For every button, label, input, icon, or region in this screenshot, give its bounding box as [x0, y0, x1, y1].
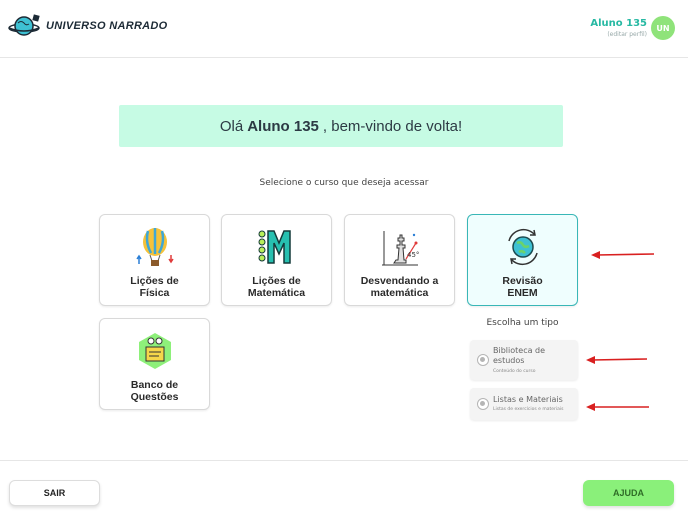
footer-bar: SAIR AJUDA [0, 460, 688, 524]
course-card-desvendando[interactable]: 45° Desvendando a matemática [344, 214, 455, 306]
course-label-line1: Desvendando a [360, 275, 439, 287]
course-prompt: Selecione o curso que deseja acessar [259, 178, 429, 188]
welcome-banner: Olá Aluno 135 , bem-vindo de volta! [119, 105, 563, 147]
course-label-line2: Matemática [247, 287, 306, 299]
help-button[interactable]: AJUDA [583, 480, 674, 506]
radio-button[interactable] [477, 354, 489, 366]
logo-text: UNIVERSO NARRADO [46, 20, 168, 32]
edit-profile-link[interactable]: (editar perfil) [590, 31, 647, 38]
course-label-line2: Questões [130, 391, 179, 403]
course-selection-page: UNIVERSO NARRADO Aluno 135 (editar perfi… [0, 0, 688, 524]
radio-button[interactable] [477, 398, 489, 410]
annotation-arrow-icon [586, 403, 649, 411]
option-subtitle: Listas de exercícios e materiais [493, 407, 564, 412]
top-header: UNIVERSO NARRADO Aluno 135 (editar perfi… [0, 0, 688, 58]
welcome-suffix: , bem-vindo de volta! [322, 117, 463, 135]
course-label-line1: Lições de [252, 275, 301, 287]
avatar[interactable]: UN [651, 16, 675, 40]
course-card-fisica[interactable]: Lições de Física [99, 214, 210, 306]
type-option-listas[interactable]: Listas e Materiais Listas de exercícios … [470, 388, 578, 420]
course-card-banco-questoes[interactable]: Banco de Questões [99, 318, 210, 410]
course-label-line2: Física [139, 287, 170, 299]
hot-air-balloon-icon [135, 228, 174, 266]
course-label-line1: Banco de [130, 379, 179, 391]
logo[interactable]: UNIVERSO NARRADO [8, 13, 168, 39]
annotation-arrow-icon [591, 251, 655, 259]
exit-button[interactable]: SAIR [9, 480, 100, 506]
option-subtitle: Conteúdo do curso [493, 369, 536, 374]
type-option-biblioteca[interactable]: Biblioteca de estudos Conteúdo do curso [470, 340, 578, 380]
option-title-line1: Biblioteca de [493, 346, 546, 355]
course-label-line2: matemática [370, 287, 429, 299]
globe-cycle-icon [507, 228, 538, 266]
planet-logo-icon [8, 14, 40, 36]
chess-math-icon: 45° [381, 231, 419, 266]
course-label-line2: ENEM [507, 287, 538, 299]
option-title: Listas e Materiais [493, 395, 563, 404]
welcome-user-name: Aluno 135 [247, 117, 319, 135]
user-name: Aluno 135 [590, 18, 647, 29]
course-card-revisao-enem[interactable]: Revisão ENEM [467, 214, 578, 306]
letter-m-icon [258, 230, 291, 264]
question-bank-icon [138, 333, 171, 369]
svg-text:45°: 45° [407, 251, 419, 259]
course-label-line1: Revisão [502, 275, 543, 287]
type-section-title: Escolha um tipo [486, 318, 559, 328]
welcome-prefix: Olá [219, 117, 244, 135]
annotation-arrow-icon [586, 356, 648, 364]
course-card-matematica[interactable]: Lições de Matemática [221, 214, 332, 306]
course-label-line1: Lições de [130, 275, 179, 287]
option-title-line2: estudos [493, 356, 525, 365]
user-info[interactable]: Aluno 135 (editar perfil) [590, 18, 647, 38]
